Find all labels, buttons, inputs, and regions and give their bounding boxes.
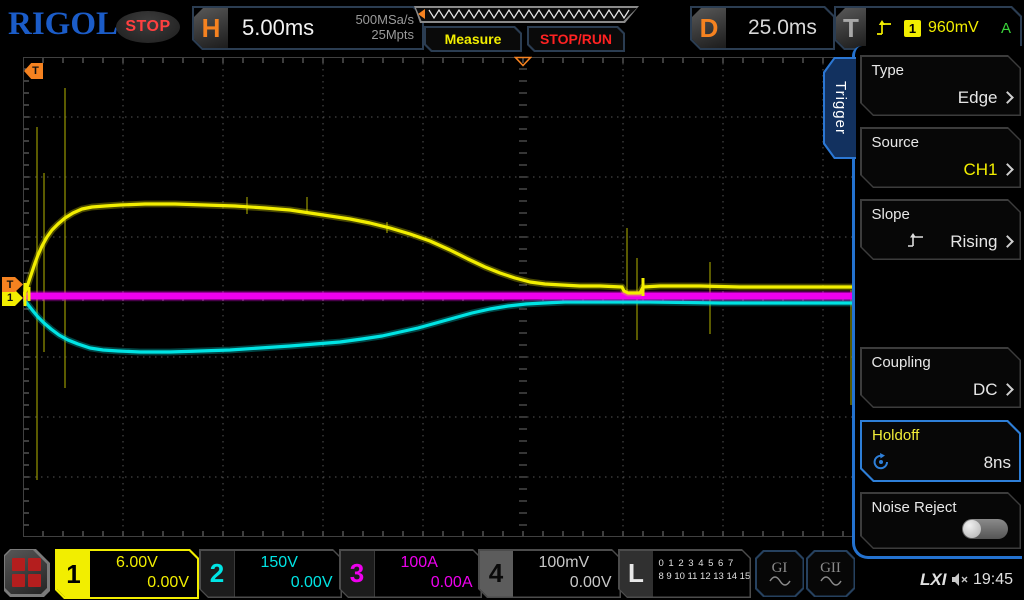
- channel-4-tab: 4: [480, 551, 513, 597]
- trigger-level-label: T: [7, 279, 14, 291]
- chevron-right-icon: [1001, 235, 1014, 248]
- chevron-right-icon: [1001, 91, 1014, 104]
- ch3-offset: 0.00A: [381, 573, 473, 593]
- channel-1-tab: 1: [57, 551, 90, 597]
- logic-tab: L: [620, 551, 653, 597]
- stop-run-button[interactable]: STOP/RUN: [527, 26, 625, 52]
- rising-edge-icon: [906, 232, 928, 250]
- menu-item-holdoff[interactable]: Holdoff 8ns: [860, 420, 1021, 482]
- source-value: CH1: [963, 160, 997, 180]
- logic-row-2: 8 9 10 11 12 13 14 15: [659, 570, 751, 583]
- run-state-badge: STOP: [116, 11, 180, 43]
- measure-button[interactable]: Measure: [424, 26, 522, 52]
- trigger-level-value: 960mV: [928, 19, 979, 37]
- ch1-marker-label: 1: [7, 292, 13, 304]
- holdoff-label: Holdoff: [872, 427, 919, 444]
- channel-2-box[interactable]: 2 150V 0.00V: [199, 549, 342, 598]
- menu-item-noise-reject[interactable]: Noise Reject: [860, 492, 1021, 549]
- rigol-logo: RIGOL: [8, 6, 118, 43]
- menu-grid-icon: [12, 558, 25, 571]
- generator-2-button[interactable]: GII: [806, 550, 855, 597]
- ch3-scale: 100A: [401, 553, 438, 573]
- ch2-scale: 150V: [261, 553, 298, 573]
- ch2-offset: 0.00V: [241, 573, 333, 593]
- noise-reject-toggle[interactable]: [962, 519, 1008, 539]
- sine-wave-icon: [820, 576, 842, 586]
- channel-4-box[interactable]: 4 100mV 0.00V: [478, 549, 621, 598]
- trigger-source-badge: 1: [904, 20, 921, 37]
- chevron-right-icon: [1001, 383, 1014, 396]
- delay-position-marker[interactable]: [514, 56, 532, 67]
- logic-row-1: 0 1 2 3 4 5 6 7: [659, 557, 751, 570]
- main-menu-button[interactable]: [4, 549, 50, 597]
- delay-value: 25.0ms: [748, 16, 817, 40]
- sine-wave-icon: [769, 576, 791, 586]
- noise-reject-label: Noise Reject: [872, 499, 957, 516]
- slope-value: Rising: [950, 232, 997, 252]
- trigger-status-label: T: [836, 8, 866, 48]
- timebase-value: 5.00ms: [242, 15, 314, 41]
- g2-label: GII: [820, 561, 841, 576]
- trigger-position-label: T: [32, 65, 39, 77]
- trigger-level-marker[interactable]: T: [2, 277, 23, 292]
- source-label: Source: [872, 134, 920, 151]
- trigger-tab-label: Trigger: [832, 81, 849, 135]
- sample-rate: 500MSa/s: [355, 13, 414, 28]
- speaker-muted-icon[interactable]: [950, 571, 969, 588]
- knob-icon: [871, 452, 891, 472]
- clock: 19:45: [973, 571, 1013, 589]
- menu-item-source[interactable]: Source CH1: [860, 127, 1021, 188]
- type-label: Type: [872, 62, 905, 79]
- generator-1-button[interactable]: GI: [755, 550, 804, 597]
- logic-channels-box[interactable]: L 0 1 2 3 4 5 6 7 8 9 10 11 12 13 14 15: [618, 549, 751, 598]
- trigger-status-box[interactable]: T 1 960mV A: [834, 6, 1022, 50]
- delay-label: D: [692, 8, 726, 48]
- preview-zigzag: [415, 7, 636, 20]
- ch4-scale: 100mV: [539, 553, 590, 573]
- horizontal-timebase-box[interactable]: H 5.00ms 500MSa/s 25Mpts: [192, 6, 424, 50]
- rising-edge-icon: [874, 18, 896, 38]
- ch1-offset: 0.00V: [96, 573, 189, 593]
- type-value: Edge: [958, 88, 998, 108]
- lxi-indicator: LXI: [920, 570, 946, 590]
- coupling-label: Coupling: [872, 354, 931, 371]
- chevron-right-icon: [1001, 163, 1014, 176]
- ch1-scale: 6.00V: [116, 553, 158, 573]
- ch1-offset-marker[interactable]: 1: [2, 290, 23, 306]
- trigger-menu-tab[interactable]: Trigger: [823, 57, 856, 159]
- slope-label: Slope: [872, 206, 910, 223]
- waveform-preview-strip[interactable]: [414, 6, 639, 23]
- menu-item-slope[interactable]: Slope Rising: [860, 199, 1021, 260]
- menu-item-type[interactable]: Type Edge: [860, 55, 1021, 116]
- channel-1-box[interactable]: 1 6.00V 0.00V: [55, 549, 199, 599]
- delay-box[interactable]: D 25.0ms: [690, 6, 835, 50]
- channel-3-tab: 3: [341, 551, 375, 597]
- waveform-display: [23, 57, 855, 537]
- trigger-menu-panel: [852, 46, 1022, 559]
- holdoff-value: 8ns: [984, 453, 1011, 473]
- coupling-value: DC: [973, 380, 998, 400]
- toggle-knob: [963, 520, 981, 538]
- horizontal-label: H: [194, 8, 228, 48]
- trigger-mode: A: [1001, 20, 1011, 37]
- ch4-offset: 0.00V: [519, 573, 612, 593]
- menu-item-coupling[interactable]: Coupling DC: [860, 347, 1021, 408]
- g1-label: GI: [772, 561, 788, 576]
- channel-2-tab: 2: [201, 551, 235, 597]
- oscilloscope-screen: { "header": { "brand": "RIGOL", "run_sta…: [0, 0, 1024, 600]
- memory-depth: 25Mpts: [355, 28, 414, 43]
- channel-3-box[interactable]: 3 100A 0.00A: [339, 549, 482, 598]
